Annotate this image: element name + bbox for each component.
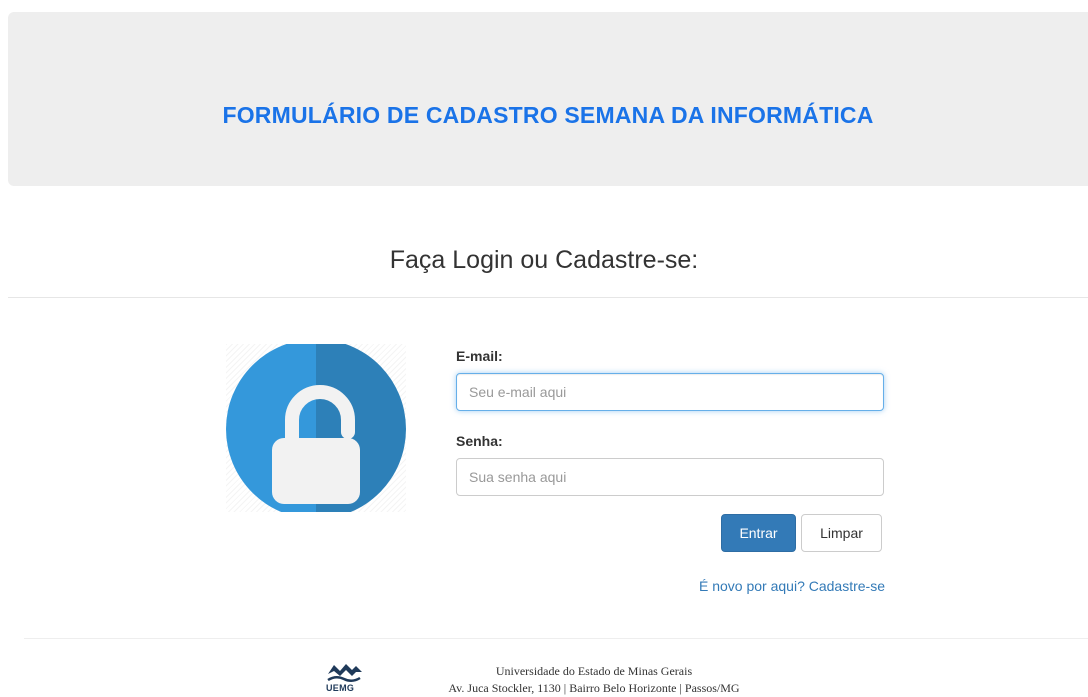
email-label: E-mail:: [456, 348, 503, 364]
logo-text: UEMG: [326, 683, 355, 693]
divider: [8, 297, 1088, 298]
login-subtitle: Faça Login ou Cadastre-se:: [389, 246, 699, 274]
password-label: Senha:: [456, 433, 503, 449]
register-link[interactable]: É novo por aqui? Cadastre-se: [699, 578, 885, 594]
password-field[interactable]: [456, 458, 884, 496]
header-banner: FORMULÁRIO DE CADASTRO SEMANA DA INFORMÁ…: [8, 12, 1088, 186]
page-title: FORMULÁRIO DE CADASTRO SEMANA DA INFORMÁ…: [222, 102, 874, 128]
footer-address: Av. Juca Stockler, 1130 | Bairro Belo Ho…: [448, 681, 740, 695]
email-field[interactable]: [456, 373, 884, 411]
footer-divider: [24, 638, 1088, 639]
unlocked-padlock-icon: [226, 344, 406, 512]
page: FORMULÁRIO DE CADASTRO SEMANA DA INFORMÁ…: [0, 0, 1088, 697]
uemg-logo: UEMG: [326, 662, 370, 697]
login-button[interactable]: Entrar: [721, 514, 796, 552]
clear-button[interactable]: Limpar: [801, 514, 882, 552]
footer-university: Universidade do Estado de Minas Gerais: [495, 664, 693, 678]
